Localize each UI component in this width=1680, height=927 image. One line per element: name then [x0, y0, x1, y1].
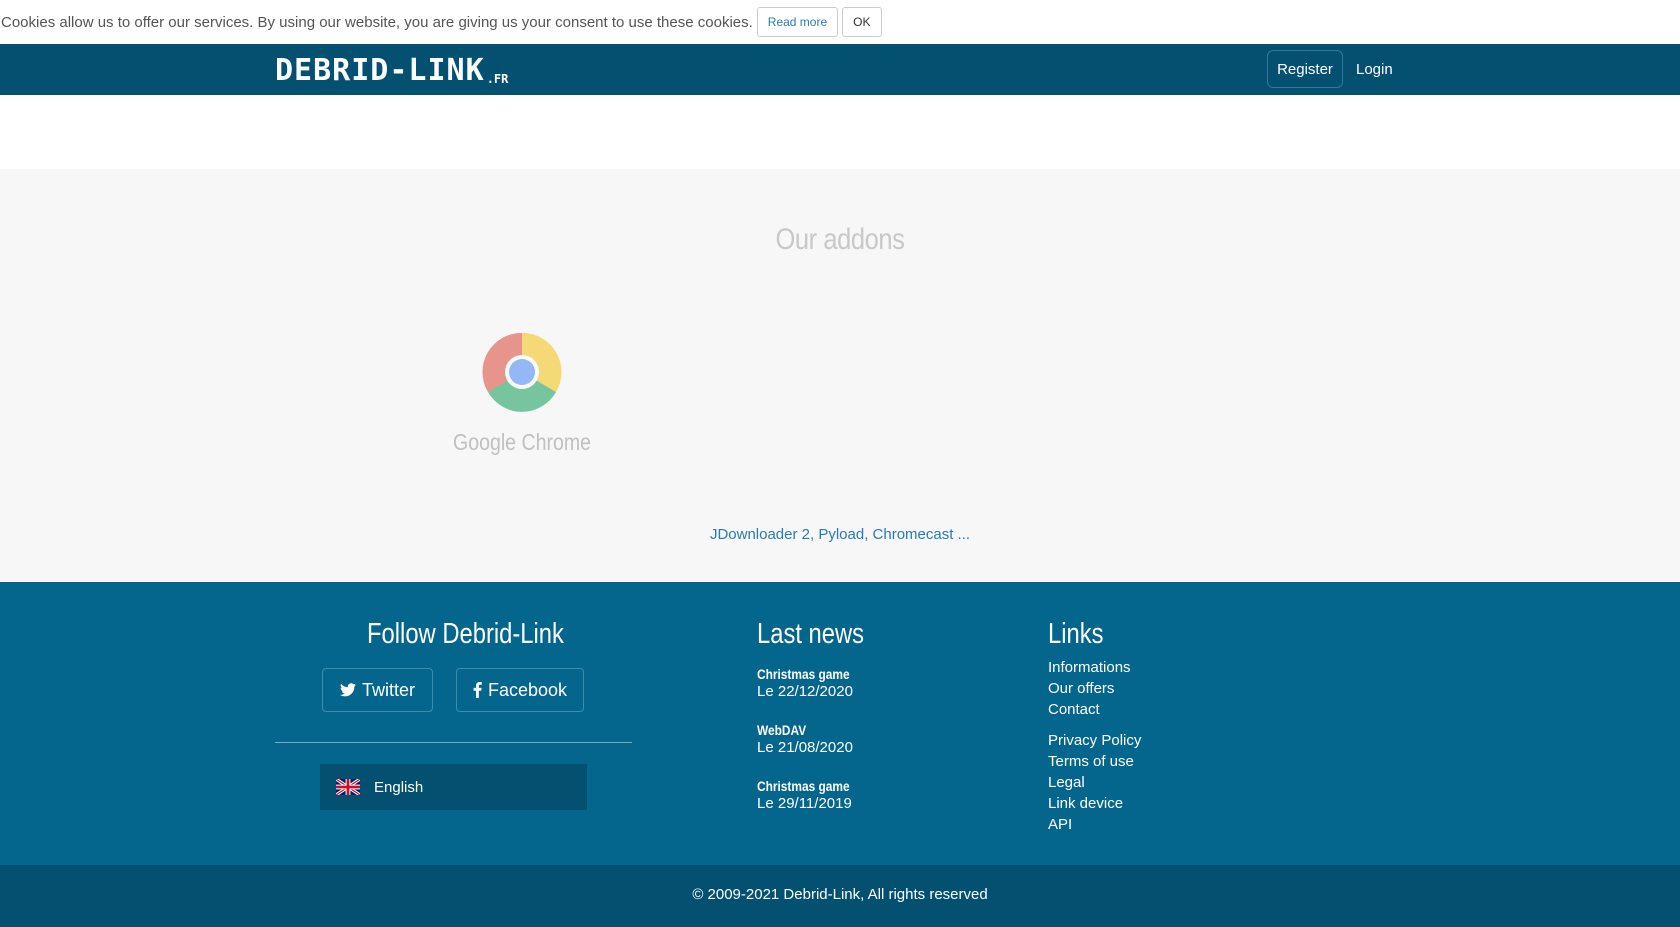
footer-link-terms[interactable]: Terms of use — [1048, 753, 1134, 770]
twitter-button[interactable]: Twitter — [322, 668, 433, 712]
cookie-message: Cookies allow us to offer our services. … — [1, 13, 753, 31]
logo-text: DEBRID-LINK — [275, 53, 485, 88]
news-item[interactable]: Christmas game Le 22/12/2020 — [757, 666, 977, 700]
uk-flag-icon — [336, 779, 360, 795]
news-name: WebDAV — [757, 722, 807, 738]
news-name: Christmas game — [757, 666, 850, 682]
footer-link-contact[interactable]: Contact — [1048, 701, 1100, 718]
more-addons-link[interactable]: JDownloader 2, Pyload, Chromecast ... — [0, 526, 1680, 543]
footer-link-offers[interactable]: Our offers — [1048, 680, 1114, 697]
facebook-label: Facebook — [487, 679, 568, 700]
register-button[interactable]: Register — [1267, 50, 1343, 88]
navbar: DEBRID-LINK .FR Register Login — [0, 44, 1680, 95]
news-item[interactable]: Christmas game Le 29/11/2019 — [757, 778, 977, 812]
footer-link-privacy[interactable]: Privacy Policy — [1048, 732, 1141, 749]
footer-link-device[interactable]: Link device — [1048, 795, 1123, 812]
copyright: © 2009-2021 Debrid-Link, All rights rese… — [0, 865, 1680, 927]
language-label: English — [374, 778, 424, 796]
news-date: Le 29/11/2019 — [757, 795, 852, 812]
news-date: Le 22/12/2020 — [757, 683, 853, 700]
cookie-ok-button[interactable]: OK — [842, 7, 882, 37]
twitter-icon — [339, 683, 356, 697]
addons-section: Our addons Google Chrome JDownloader 2, … — [0, 169, 1680, 582]
language-selector[interactable]: English — [320, 764, 587, 810]
twitter-label: Twitter — [361, 679, 415, 700]
logo-tld: .FR — [486, 72, 509, 86]
addons-title: Our addons — [775, 223, 905, 256]
login-link[interactable]: Login — [1356, 50, 1393, 88]
footer: Follow Debrid-Link Twitter Facebook Engl… — [0, 582, 1680, 865]
divider — [275, 742, 632, 743]
read-more-button[interactable]: Read more — [756, 7, 839, 37]
footer-link-api[interactable]: API — [1048, 816, 1072, 833]
news-title: Last news — [757, 618, 865, 650]
news-date: Le 21/08/2020 — [757, 739, 853, 756]
facebook-button[interactable]: Facebook — [456, 668, 584, 712]
site-logo[interactable]: DEBRID-LINK .FR — [275, 53, 509, 88]
facebook-icon — [473, 682, 482, 698]
links-title: Links — [1048, 618, 1104, 650]
cookie-bar: Cookies allow us to offer our services. … — [0, 0, 1680, 44]
footer-link-legal[interactable]: Legal — [1048, 774, 1085, 791]
chrome-icon[interactable] — [482, 332, 562, 412]
chrome-addon-label[interactable]: Google Chrome — [437, 429, 607, 456]
footer-link-informations[interactable]: Informations — [1048, 659, 1131, 676]
follow-title: Follow Debrid-Link — [367, 618, 564, 650]
news-name: Christmas game — [757, 778, 850, 794]
news-item[interactable]: WebDAV Le 21/08/2020 — [757, 722, 977, 756]
